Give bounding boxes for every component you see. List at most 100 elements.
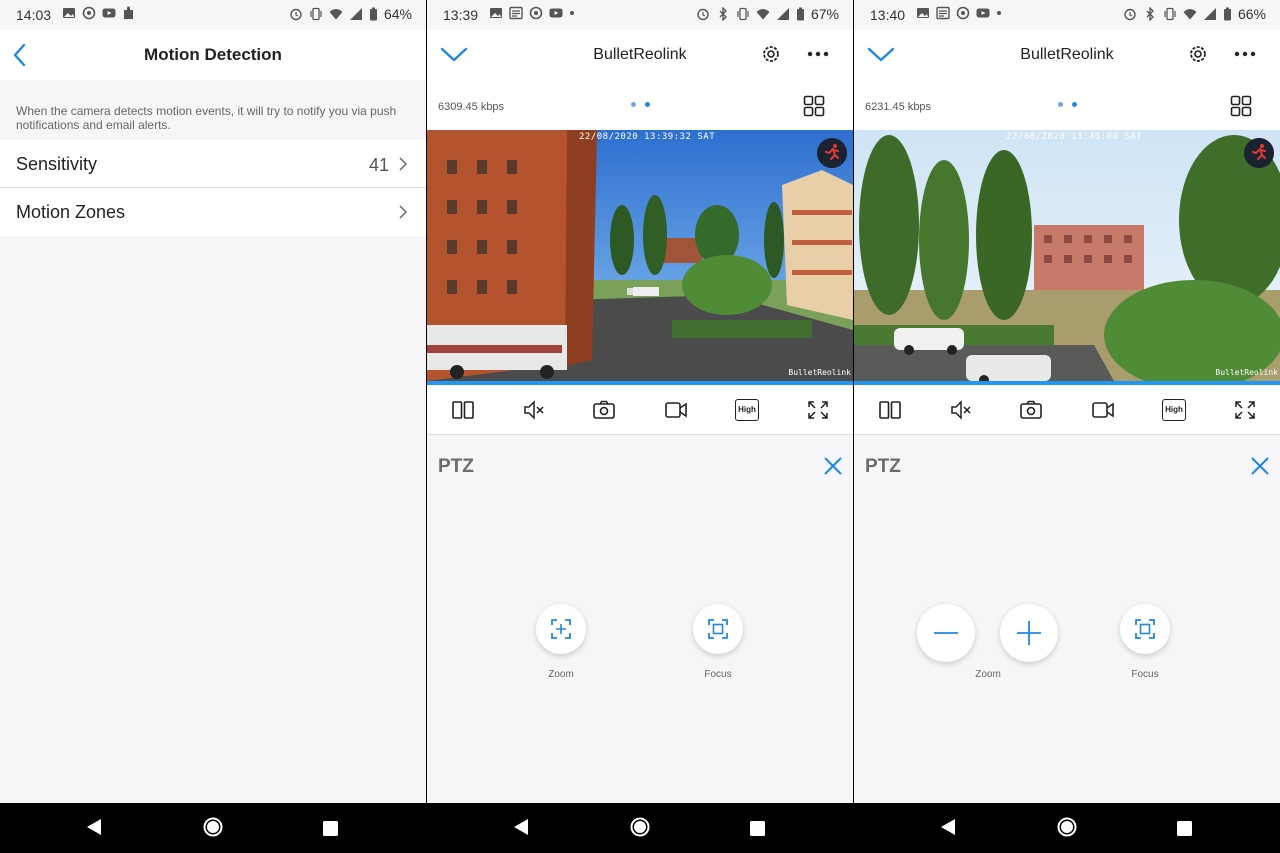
ptz-title: PTZ: [865, 456, 901, 477]
news-icon: [509, 6, 523, 20]
page-title: Motion Detection: [144, 45, 282, 64]
split-view-icon[interactable]: [878, 399, 902, 421]
nav-home-icon[interactable]: [630, 817, 650, 837]
ptz-panel: PTZ Zoom Focus: [854, 436, 1280, 802]
fullscreen-icon[interactable]: [1233, 399, 1257, 421]
whatsapp-icon: [956, 6, 970, 20]
whatsapp-icon: [82, 6, 96, 20]
nav-recents-icon[interactable]: [750, 821, 765, 836]
video-frame: [427, 130, 853, 381]
system-icons: 64%: [289, 6, 412, 22]
motion-description: When the camera detects motion events, i…: [16, 104, 397, 132]
live-view-screen-2: 13:40 66% BulletReolink 6231.45 kbps 22/…: [854, 0, 1280, 853]
android-nav-bar: [427, 803, 853, 853]
focus-button[interactable]: [693, 604, 743, 654]
dot-icon: [570, 11, 574, 15]
android-nav-bar: [0, 803, 426, 853]
video-timestamp: 22/08/2020 13:39:32 SAT: [579, 132, 716, 142]
bluetooth-icon: [1146, 7, 1154, 21]
bitrate-readout: 6309.45 kbps: [438, 101, 505, 113]
nav-recents-icon[interactable]: [1177, 821, 1192, 836]
whatsapp-icon: [529, 6, 543, 20]
sensitivity-row[interactable]: Sensitivity 41: [0, 140, 426, 188]
motion-detection-screen: 14:03 64% Motion Detection When the came…: [0, 0, 426, 853]
camera-icon[interactable]: [592, 399, 616, 421]
focus-caption: Focus: [704, 669, 732, 680]
nav-home-icon[interactable]: [203, 817, 223, 837]
notification-icons: [489, 6, 575, 20]
wifi-icon: [756, 9, 770, 20]
nav-back-icon[interactable]: [940, 818, 956, 836]
motion-icon: [817, 138, 847, 168]
system-icons: 67%: [696, 6, 839, 22]
minus-icon: [934, 632, 958, 634]
split-view-icon[interactable]: [451, 399, 475, 421]
news-icon: [936, 6, 950, 20]
page-dot: [631, 102, 636, 107]
motion-zones-row[interactable]: Motion Zones: [0, 188, 426, 236]
signal-icon: [349, 8, 362, 20]
nav-back-icon[interactable]: [513, 818, 529, 836]
app-header: Motion Detection: [0, 30, 426, 80]
record-icon[interactable]: [664, 399, 688, 421]
page-indicator: [631, 102, 650, 107]
gear-icon[interactable]: [1187, 43, 1209, 65]
zoom-button[interactable]: [536, 604, 586, 654]
zoom-out-button[interactable]: [917, 604, 975, 662]
quality-button[interactable]: High: [1162, 399, 1186, 421]
bitrate-readout: 6231.45 kbps: [865, 101, 932, 113]
signal-icon: [1203, 8, 1216, 20]
vibrate-icon: [310, 7, 322, 21]
camera-icon[interactable]: [1019, 399, 1043, 421]
gallery-icon: [917, 8, 929, 18]
gear-icon[interactable]: [760, 43, 782, 65]
grid-icon[interactable]: [1230, 95, 1252, 117]
live-view-screen-1: 13:39 67% BulletReolink 6309.45 kbps 22/…: [427, 0, 853, 853]
youtube-icon: [976, 8, 990, 18]
camera-header: BulletReolink: [427, 30, 853, 80]
status-time: 13:39: [443, 7, 479, 23]
grid-icon[interactable]: [803, 95, 825, 117]
page-dot-active: [1072, 102, 1077, 107]
live-video-feed[interactable]: 22/08/2020 13:40:04 SAT BulletReolink: [854, 130, 1280, 381]
system-icons: 66%: [1123, 6, 1266, 22]
status-time: 13:40: [870, 7, 906, 23]
motion-icon: [1244, 138, 1274, 168]
nav-home-icon[interactable]: [1057, 817, 1077, 837]
vibrate-icon: [737, 7, 749, 21]
close-icon[interactable]: [1250, 456, 1270, 476]
status-bar: 13:39 67%: [427, 0, 853, 30]
live-video-feed[interactable]: 22/08/2020 13:39:32 SAT BulletReolink: [427, 130, 853, 381]
battery-percent: 64%: [383, 6, 412, 22]
camera-title: BulletReolink: [1020, 46, 1114, 63]
alarm-icon: [290, 8, 302, 21]
video-toolbar: High: [854, 385, 1280, 435]
focus-button[interactable]: [1120, 604, 1170, 654]
nav-recents-icon[interactable]: [323, 821, 338, 836]
more-icon[interactable]: [1232, 43, 1258, 65]
more-icon[interactable]: [805, 43, 831, 65]
nav-back-icon[interactable]: [86, 818, 102, 836]
focus-icon: [1135, 619, 1155, 639]
android-nav-bar: [854, 803, 1280, 853]
battery-percent: 67%: [810, 6, 839, 22]
settings-list: Sensitivity 41 Motion Zones: [0, 140, 426, 236]
record-icon[interactable]: [1091, 399, 1115, 421]
video-watermark: BulletReolink: [1215, 368, 1278, 377]
sensitivity-value: 41: [368, 155, 389, 175]
stream-info-bar: 6231.45 kbps: [854, 80, 1280, 130]
focus-caption: Focus: [1131, 669, 1159, 680]
gallery-icon: [490, 8, 502, 18]
focus-icon: [708, 619, 728, 639]
fullscreen-icon[interactable]: [806, 399, 830, 421]
close-icon[interactable]: [823, 456, 843, 476]
status-time: 14:03: [16, 7, 52, 23]
camera-title: BulletReolink: [593, 46, 687, 63]
dot-icon: [997, 11, 1001, 15]
battery-icon: [1223, 7, 1231, 21]
chevron-right-icon: [399, 157, 408, 171]
quality-button[interactable]: High: [735, 399, 759, 421]
zoom-in-button[interactable]: [1000, 604, 1058, 662]
mute-icon[interactable]: [522, 399, 546, 421]
mute-icon[interactable]: [949, 399, 973, 421]
